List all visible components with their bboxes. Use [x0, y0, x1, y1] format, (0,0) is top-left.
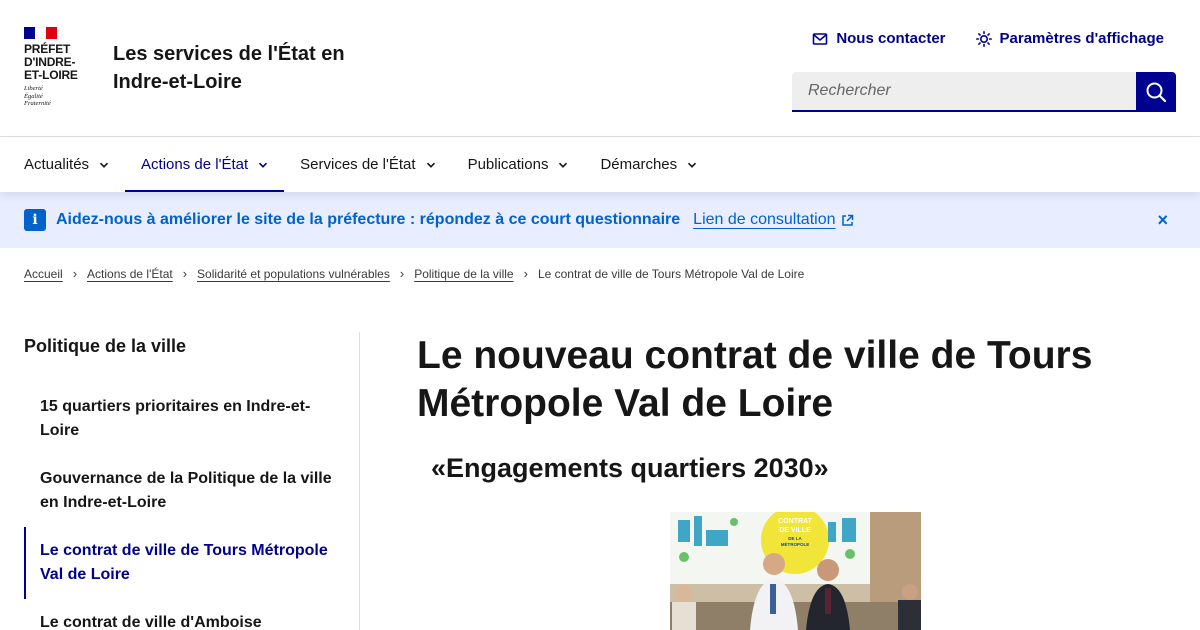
nav-item-label: Services de l'État: [300, 156, 416, 173]
nav-item-label: Publications: [467, 156, 549, 173]
side-menu-title: Politique de la ville: [24, 336, 187, 356]
info-icon: i: [24, 209, 46, 231]
display-settings-button[interactable]: Paramètres d'affichage: [975, 30, 1164, 47]
nav-item-actualites[interactable]: Actualités: [8, 137, 125, 192]
notice-text: Aidez-nous à améliorer le site de la pré…: [56, 211, 681, 228]
search-input[interactable]: [792, 72, 1136, 112]
breadcrumb-item-actions-etat[interactable]: Actions de l'État: [87, 267, 173, 281]
sun-icon: [975, 30, 992, 47]
side-menu-list: 15 quartiers prioritaires en Indre-et-Lo…: [24, 395, 359, 630]
chevron-down-icon: [688, 162, 697, 168]
prefecture-logo[interactable]: Préfet d'Indre- et-Loire Liberté Égalité…: [24, 27, 86, 108]
breadcrumb-item-politique-ville[interactable]: Politique de la ville: [414, 267, 513, 281]
side-item-quartiers-prioritaires[interactable]: 15 quartiers prioritaires en Indre-et-Lo…: [24, 395, 359, 443]
site-title[interactable]: Les services de l'État en Indre-et-Loire: [113, 40, 373, 96]
republic-motto: Liberté Égalité Fraternité: [24, 85, 51, 107]
side-item-gouvernance[interactable]: Gouvernance de la Politique de la ville …: [24, 467, 359, 515]
search-bar: [792, 72, 1176, 112]
chevron-right-icon: ›: [72, 266, 78, 281]
chevron-down-icon: [99, 162, 109, 168]
survey-notice: i Aidez-nous à améliorer le site de la p…: [0, 192, 1200, 248]
nav-item-services-etat[interactable]: Services de l'État: [284, 137, 451, 192]
chevron-right-icon: ›: [399, 266, 405, 281]
svg-text:DE VILLE: DE VILLE: [779, 527, 811, 534]
side-menu: Politique de la ville 15 quartiers prior…: [24, 332, 360, 630]
chevron-right-icon: ›: [523, 266, 528, 281]
svg-text:DE LA: DE LA: [788, 536, 802, 541]
mail-icon: [813, 32, 828, 45]
svg-text:MÉTROPOLE: MÉTROPOLE: [781, 540, 810, 547]
external-link-icon: [841, 214, 853, 226]
contact-link[interactable]: Nous contacter: [812, 30, 946, 47]
breadcrumb-item-solidarite[interactable]: Solidarité et populations vulnérables: [197, 267, 390, 281]
side-item-contrat-tours[interactable]: Le contrat de ville de Tours Métropole V…: [24, 527, 359, 599]
nav-item-label: Actualités: [24, 156, 90, 173]
republic-flag-icon: [24, 27, 57, 39]
header-tools: Nous contacter Paramètres d'affichage: [812, 30, 1164, 47]
logo-text: Préfet d'Indre- et-Loire: [24, 42, 78, 82]
breadcrumb-current: Le contrat de ville de Tours Métropole V…: [537, 266, 805, 281]
consultation-link[interactable]: Lien de consultation: [693, 211, 853, 229]
chevron-right-icon: ›: [182, 266, 188, 281]
main-navigation: Actualités Actions de l'État Services de…: [0, 137, 1200, 192]
article-photo: CONTRAT DE VILLE DE LA MÉTROPOLE: [670, 512, 921, 630]
display-settings-label: Paramètres d'affichage: [999, 30, 1164, 47]
chevron-down-icon: [559, 162, 568, 168]
nav-item-publications[interactable]: Publications: [452, 137, 585, 192]
nav-item-actions-etat[interactable]: Actions de l'État: [125, 137, 285, 192]
search-icon: [1146, 82, 1167, 103]
site-header: Préfet d'Indre- et-Loire Liberté Égalité…: [0, 0, 1200, 137]
close-notice-button[interactable]: ×: [1157, 211, 1168, 229]
nav-item-label: Actions de l'État: [141, 156, 249, 173]
chevron-down-icon: [426, 162, 435, 168]
contact-label: Nous contacter: [836, 30, 946, 47]
nav-item-demarches[interactable]: Démarches: [584, 137, 713, 192]
breadcrumb-item-accueil[interactable]: Accueil: [24, 267, 63, 281]
signing-ceremony-image: CONTRAT DE VILLE DE LA MÉTROPOLE: [670, 512, 921, 630]
page-title: Le nouveau contrat de ville de Tours Mét…: [417, 334, 1093, 425]
side-item-contrat-amboise[interactable]: Le contrat de ville d'Amboise: [24, 611, 359, 630]
chevron-down-icon: [259, 162, 268, 168]
breadcrumb: Accueil › Actions de l'État › Solidarité…: [24, 266, 804, 281]
nav-item-label: Démarches: [600, 156, 678, 173]
page-subtitle: «Engagements quartiers 2030»: [431, 453, 829, 483]
svg-text:CONTRAT: CONTRAT: [778, 518, 812, 525]
consultation-link-label: Lien de consultation: [693, 211, 836, 228]
search-button[interactable]: [1136, 72, 1176, 112]
